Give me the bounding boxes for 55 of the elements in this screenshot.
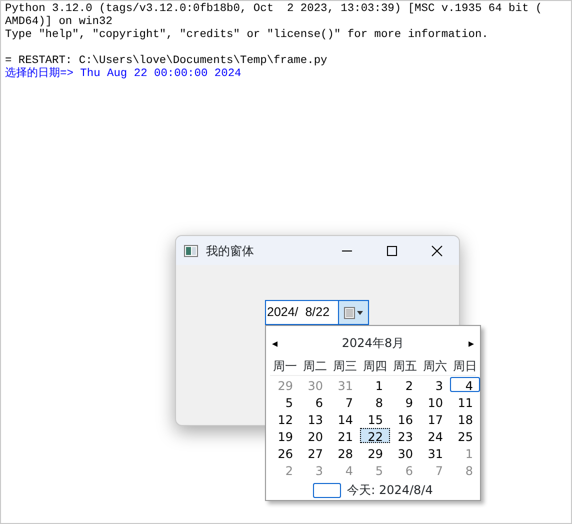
calendar-dropdown-button[interactable] [338,301,368,324]
day-cell[interactable]: 17 [420,411,450,426]
day-cell[interactable]: 9 [390,394,420,409]
day-cell[interactable]: 15 [360,411,390,426]
day-cell[interactable]: 3 [420,377,450,392]
day-cell[interactable]: 2 [390,377,420,392]
date-picker[interactable]: 2024/ 8/22 [265,300,369,325]
weekday-header: 周三 [332,358,358,375]
day-cell[interactable]: 20 [300,428,330,443]
result-line: 选择的日期=> Thu Aug 22 00:00:00 2024 [5,68,242,81]
day-cell[interactable]: 25 [450,428,480,443]
day-cell[interactable]: 10 [420,394,450,409]
weekday-header: 周五 [392,358,418,375]
window-icon [184,244,198,256]
day-cell[interactable]: 7 [330,394,360,409]
day-cell[interactable]: 16 [390,411,420,426]
maximize-icon [386,244,398,256]
weekday-header: 周六 [422,358,448,375]
day-cell[interactable]: 28 [330,445,360,460]
day-cell[interactable]: 5 [270,394,300,409]
next-month-button[interactable]: ▸ [466,338,476,348]
day-cell[interactable]: 31 [420,445,450,460]
day-cell[interactable]: 29 [360,445,390,460]
day-cell[interactable]: 26 [270,445,300,460]
calendar-icon [344,306,364,318]
day-cell[interactable]: 21 [330,428,360,443]
output-line: Python 3.12.0 (tags/v3.12.0:0fb18b0, Oct 2 2023, 13:03:39) [MSC v.1935 64 bit ( [5,3,544,16]
day-cell[interactable]: 24 [420,428,450,443]
day-cell[interactable]: 11 [450,394,480,409]
weekday-header: 周四 [362,358,388,375]
day-cell[interactable]: 8 [360,394,390,409]
day-cell[interactable]: 13 [300,411,330,426]
day-cell[interactable]: 4 [450,377,480,392]
weekday-header: 周日 [452,358,478,375]
day-cell[interactable]: 14 [330,411,360,426]
weekday-header: 周一 [272,358,298,375]
day-cell[interactable]: 19 [270,428,300,443]
today-label[interactable]: 今天: 2024/8/4 [347,481,433,499]
close-icon [430,244,442,256]
output-line: Type "help", "copyright", "credits" or "license()" for more information. [5,29,490,42]
day-cell[interactable]: 18 [450,411,480,426]
window-title: 我的窗体 [206,242,255,260]
today-marker-icon [313,482,342,498]
day-cell[interactable]: 27 [300,445,330,460]
day-cell[interactable]: 23 [390,428,420,443]
weekday-header: 周二 [302,358,328,375]
day-cell[interactable]: 12 [270,411,300,426]
output-line: = RESTART: C:\Users\love\Documents\Temp\frame.py [5,55,328,67]
day-cell[interactable]: 6 [300,394,330,409]
day-cell[interactable]: 22 [360,428,390,443]
day-cell[interactable]: 1 [360,377,390,392]
output-line: AMD64)] on win32 [5,16,114,28]
month-title: 2024年8月 [342,335,404,352]
previous-month-button[interactable]: ◂ [270,338,280,348]
day-cell[interactable]: 30 [390,445,420,460]
